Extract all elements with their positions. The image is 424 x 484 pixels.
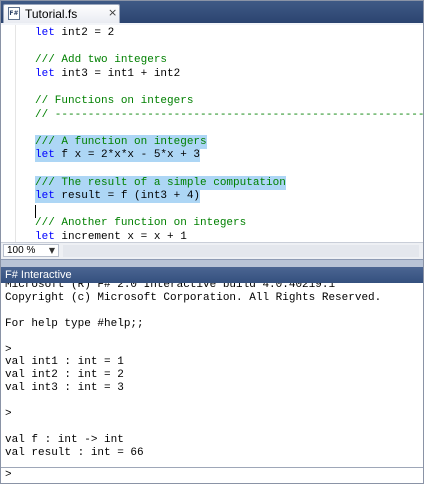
code-editor[interactable]: let int2 = 2/// Add two integers let int3… [1, 25, 423, 242]
code-keyword: let [35, 149, 55, 162]
code-line: /// Another function on integers [35, 216, 246, 230]
horizontal-scrollbar[interactable] [63, 245, 419, 257]
code-line: let int2 = 2 [35, 26, 114, 40]
code-keyword: let [35, 27, 55, 39]
editor-status-bar: 100 % ▼ [1, 242, 423, 259]
code-line: /// Add two integers [35, 53, 167, 67]
fsi-output-line: For help type #help;; [5, 317, 144, 330]
fsi-output-line: val int1 : int = 1 [5, 356, 124, 369]
code-text: f x = 2*x*x - 5*x + 3 [54, 149, 201, 162]
code-keyword: let [35, 67, 55, 80]
code-keyword: let [35, 190, 55, 203]
code-line: let f x = 2*x*x - 5*x + 3 [35, 148, 201, 163]
code-line: let int3 = int1 + int2 [35, 67, 180, 81]
fsi-output-line: val f : int -> int [5, 433, 124, 446]
fs-file-icon: F# [8, 7, 20, 20]
fsi-output-line: val result : int = 66 [5, 446, 144, 459]
code-comment: /// Add two integers [35, 54, 168, 67]
code-comment: // Functions on integers [35, 95, 194, 107]
code-comment: /// The result of a simple computation [35, 176, 286, 189]
code-comment: /// Another function on integers [35, 217, 247, 230]
text-caret [35, 205, 36, 218]
code-line: let increment x = x + 1 [35, 230, 187, 242]
fsi-output-line: val int3 : int = 3 [5, 382, 124, 395]
chevron-down-icon: ▼ [48, 246, 55, 255]
close-icon[interactable]: × [108, 6, 117, 19]
fsi-output-line: > [5, 343, 12, 356]
code-line: let result = f (int3 + 4) [35, 189, 201, 204]
code-text: int2 = 2 [54, 27, 115, 39]
tab-tutorial-fs[interactable]: F# Tutorial.fs × [3, 4, 120, 23]
code-line: // Functions on integers [35, 94, 193, 108]
code-comment: /// A function on integers [35, 135, 207, 148]
fsi-prompt: > [5, 469, 12, 481]
fsi-title-bar: F# Interactive [1, 267, 423, 283]
tab-title: Tutorial.fs [25, 7, 78, 21]
code-text: int3 = int1 + int2 [54, 67, 181, 80]
code-comment: // -------------------------------------… [35, 108, 423, 121]
fsi-output: Microsoft (R) F# 2.0 Interactive build 4… [1, 283, 423, 467]
code-keyword: let [35, 231, 55, 242]
fsi-output-line: Copyright (c) Microsoft Corporation. All… [5, 291, 382, 304]
fsi-input[interactable]: > [1, 468, 423, 483]
editor-gutter [1, 25, 16, 242]
ide-window: F# Tutorial.fs × let int2 = 2 /// Add two… [0, 0, 424, 484]
code-line: // -------------------------------------… [35, 108, 423, 122]
code-text: increment x = x + 1 [54, 231, 187, 242]
editor-tab-strip: F# Tutorial.fs × [1, 1, 423, 25]
code-line: /// The result of a simple computation [35, 175, 286, 190]
fsi-output-line: > [5, 408, 12, 420]
zoom-dropdown[interactable]: 100 % ▼ [3, 244, 59, 257]
code-line: /// A function on integers [35, 134, 207, 149]
fsi-output-line: val int2 : int = 2 [5, 369, 124, 382]
zoom-value: 100 % [7, 245, 36, 256]
code-text: result = f (int3 + 4) [54, 190, 201, 203]
fsi-title: F# Interactive [5, 269, 72, 281]
